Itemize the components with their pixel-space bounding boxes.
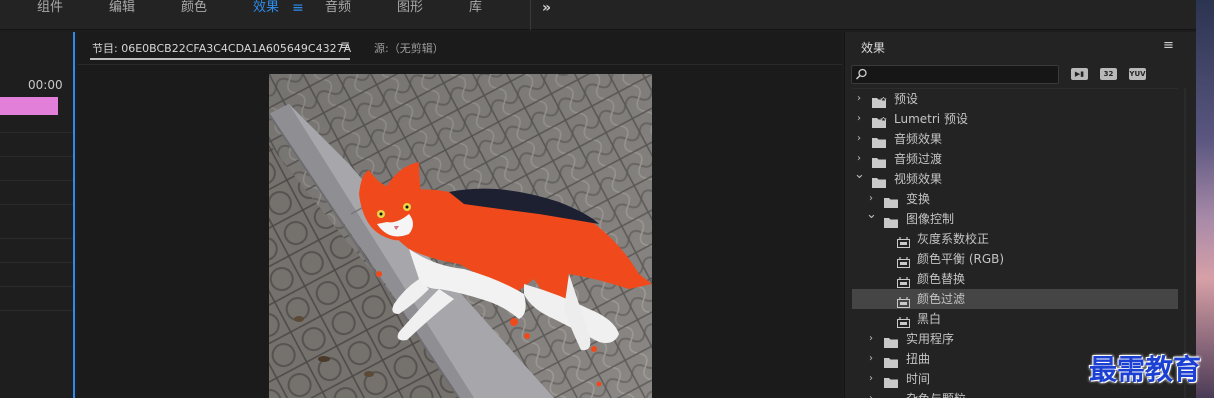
effect-folder-item[interactable]: › 音频过渡 (852, 149, 1178, 169)
program-monitor: 节目: 06E0BCB22CFA3C4CDA1A605649C4327A ≡ 源… (78, 32, 842, 398)
workspace-menu-icon[interactable]: ≡ (292, 0, 304, 16)
chevron-right-icon[interactable]: › (866, 349, 876, 369)
yuv-filter-icon[interactable]: YUV (1129, 68, 1146, 80)
watermark-logo: 最需教育 (1089, 353, 1202, 386)
effects-tree-label: 颜色替换 (917, 272, 966, 286)
effect-folder-item[interactable]: › 音频效果 (852, 129, 1178, 149)
workspace-divider (530, 0, 531, 30)
search-icon (855, 68, 867, 80)
effects-tree-label: 颜色过滤 (917, 292, 966, 306)
effects-tree-label: 颜色平衡 (RGB) (917, 252, 1005, 266)
video-frame-image (269, 74, 652, 398)
track-divider (0, 262, 73, 263)
track-divider (0, 238, 73, 239)
32-bit-filter-icon[interactable]: 32 (1100, 68, 1117, 80)
workspace-tab-assembly[interactable]: 组件 (37, 0, 63, 30)
effects-tree-label: 灰度系数校正 (917, 232, 990, 246)
chevron-right-icon[interactable]: › (866, 389, 876, 398)
chevron-right-icon[interactable]: › (866, 369, 876, 389)
panel-menu-icon[interactable]: ≡ (340, 38, 350, 52)
effects-tree-label: 音频效果 (894, 132, 943, 146)
chevron-right-icon[interactable]: › (866, 329, 876, 349)
effects-search-input[interactable] (870, 66, 1056, 83)
track-divider (0, 204, 73, 205)
program-monitor-tab[interactable]: 节目: 06E0BCB22CFA3C4CDA1A605649C4327A (92, 40, 351, 56)
track-divider (0, 180, 73, 181)
timeline-timecode: 00:00 (28, 78, 63, 92)
timeline-clip[interactable] (0, 97, 58, 115)
workspace-tab-effects[interactable]: 效果 (253, 0, 279, 30)
active-tab-indicator (90, 58, 350, 60)
effects-tree-label: 变换 (906, 192, 931, 206)
effect-folder-item[interactable]: › 预设 (852, 89, 1178, 109)
chevron-right-icon[interactable]: › (854, 129, 864, 149)
workspace-tab-color[interactable]: 颜色 (181, 0, 207, 30)
effect-item[interactable]: 灰度系数校正 (852, 229, 1178, 249)
effect-folder-item[interactable]: › 杂色与颗粒 (852, 389, 1178, 398)
effects-tree-label: 预设 (894, 92, 919, 106)
double-chevron-right-icon[interactable]: » (542, 0, 551, 16)
effect-item[interactable]: 颜色替换 (852, 269, 1178, 289)
effect-item[interactable]: 黑白 (852, 309, 1178, 329)
effects-tree-label: 黑白 (917, 312, 942, 326)
effects-panel: 效果 ≡ ▶▮ 32 YUV › 预设 › Lumetri 预设 › 音频效果 › 音频过渡 ⌄… (844, 32, 1196, 398)
effects-tree-label: 图像控制 (906, 212, 955, 226)
track-divider (0, 132, 73, 133)
effect-folder-item[interactable]: › Lumetri 预设 (852, 109, 1178, 129)
workspace-tab-libraries[interactable]: 库 (469, 0, 482, 30)
effect-folder-item[interactable]: › 变换 (852, 189, 1178, 209)
effects-tree-label: 杂色与颗粒 (906, 389, 966, 398)
effects-tree-label: 视频效果 (894, 172, 943, 186)
effects-tree-label: 扭曲 (906, 352, 931, 366)
effects-panel-title: 效果 (861, 41, 886, 55)
panel-header-divider (78, 64, 842, 65)
desktop-background (1196, 0, 1214, 398)
chevron-down-icon[interactable]: ⌄ (854, 165, 865, 185)
effects-tree-label: 音频过渡 (894, 152, 943, 166)
timeline-panel: 00:00 (0, 32, 75, 398)
effect-item[interactable]: 颜色过滤 (852, 289, 1178, 309)
workspace-tab-graphics[interactable]: 图形 (397, 0, 423, 30)
effect-item[interactable]: 颜色平衡 (RGB) (852, 249, 1178, 269)
effects-search-field[interactable] (851, 65, 1059, 84)
source-monitor-tab[interactable]: 源:（无剪辑） (374, 40, 444, 56)
effect-folder-item[interactable]: ⌄ 图像控制 (852, 207, 1178, 229)
folder-icon (884, 394, 899, 398)
chevron-right-icon[interactable]: › (854, 109, 864, 129)
track-divider (0, 286, 73, 287)
track-divider (0, 156, 73, 157)
workspace-bar: 组件 编辑 颜色 效果 ≡ 音频 图形 库 » (0, 0, 1196, 30)
workspace-tab-editing[interactable]: 编辑 (109, 0, 135, 30)
effects-tree-label: Lumetri 预设 (894, 112, 968, 126)
video-preview[interactable] (269, 74, 652, 398)
effects-panel-menu-icon[interactable]: ≡ (1163, 38, 1174, 53)
effect-folder-item[interactable]: › 实用程序 (852, 329, 1178, 349)
accelerated-effects-filter-icon[interactable]: ▶▮ (1071, 68, 1088, 80)
chevron-down-icon[interactable]: ⌄ (866, 205, 877, 225)
chevron-right-icon[interactable]: › (854, 89, 864, 109)
effects-tree-label: 时间 (906, 372, 931, 386)
effect-folder-item[interactable]: ⌄ 视频效果 (852, 167, 1178, 189)
workspace-tab-audio[interactable]: 音频 (325, 0, 351, 30)
effects-tree-label: 实用程序 (906, 332, 955, 346)
track-divider (0, 310, 73, 311)
